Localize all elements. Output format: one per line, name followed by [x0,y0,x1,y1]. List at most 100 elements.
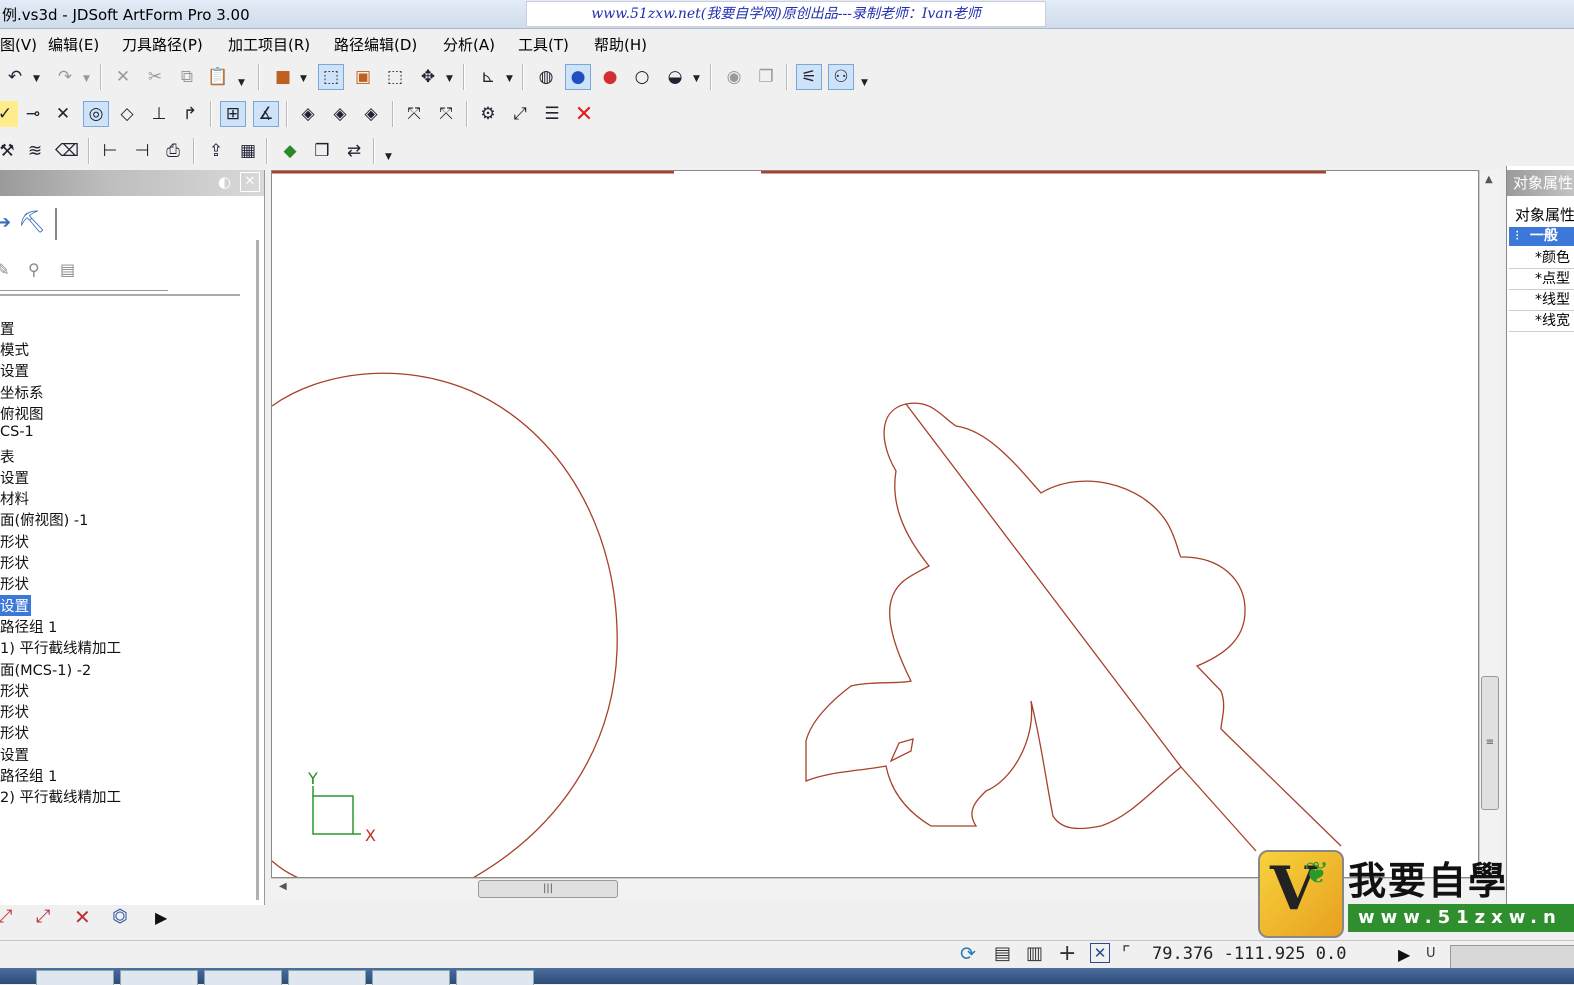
taskbar-app[interactable] [372,970,450,985]
tree-item[interactable]: 形状 [0,573,29,594]
view-side-icon[interactable]: ⬚ [382,64,408,90]
outline-sphere-icon[interactable]: ○ [629,64,655,90]
tree-item[interactable]: 材料 [0,488,29,509]
pin-icon[interactable]: ◐ [218,173,231,191]
tree-item[interactable]: 路径组 1 [0,616,57,637]
snap-perpendicular-icon[interactable]: ⊥ [146,101,172,127]
delete-icon[interactable]: ✕ [110,64,136,90]
path-generate-icon[interactable]: ⚙ [475,101,501,127]
property-row-point-type[interactable]: *点型 [1509,269,1574,290]
path-link-icon[interactable]: ⤢ [507,101,533,127]
coordinate-dropdown-icon[interactable]: ▼ [506,74,513,84]
snap-point-icon[interactable]: ✓ [0,101,18,127]
menu-path-edit[interactable]: 路径编辑(D) [334,34,417,55]
expand-icon[interactable]: ⁝ [1515,228,1519,244]
plane-icon[interactable]: ⏣ [112,906,128,927]
view-iso-icon[interactable]: ⬚ [318,64,344,90]
angle-snap-icon[interactable]: ∡ [253,101,279,127]
tree-item[interactable]: 1) 平行截线精加工 [0,637,121,658]
canvas-vertical-scrollbar[interactable]: ▲ ≡ [1479,170,1500,878]
globe-icon[interactable]: ◒ [662,64,688,90]
cut-icon[interactable]: ✂ [142,64,168,90]
tree-item[interactable]: 表 [0,446,15,467]
snap-quadrant-icon[interactable]: ◇ [114,101,140,127]
line-tool-icon[interactable]: ⤢ [0,906,12,927]
taskbar-app[interactable] [204,970,282,985]
property-row-line-type[interactable]: *线型 [1509,290,1574,311]
taskbar-app[interactable] [36,970,114,985]
view-axis-icon[interactable]: ✥ [415,64,441,90]
grid-snap-icon[interactable]: ⊞ [220,101,246,127]
coordinate-system-icon[interactable]: ⊾ [475,64,501,90]
window-icon[interactable]: ▤ [994,943,1011,964]
property-icon[interactable]: ✎ [0,260,9,279]
redo-dropdown-icon[interactable]: ▼ [83,74,90,84]
property-row-line-width[interactable]: *线宽 [1509,311,1574,332]
panel-close-icon[interactable]: ✕ [240,172,260,192]
snap-midpoint-icon[interactable]: ⊸ [20,101,46,127]
refresh-icon[interactable]: ⟳ [960,943,976,965]
tree-item[interactable]: 模式 [0,339,29,360]
node-tool-icon[interactable]: ⚒ [0,138,20,164]
menu-help[interactable]: 帮助(H) [594,34,647,55]
node-edit-icon[interactable]: ⤧ [401,101,427,127]
tree-item[interactable]: 设置 [0,467,29,488]
tab-arrow-icon[interactable]: ➔ [0,212,11,233]
filter-dropdown-icon[interactable]: ▼ [861,78,868,88]
menu-edit[interactable]: 编辑(E) [48,34,99,55]
paste-dropdown-icon[interactable]: ▼ [238,78,245,88]
tree-item[interactable]: 设置 [0,360,29,381]
cube-edit-icon[interactable]: ❒ [309,138,335,164]
tree-item[interactable]: 面(俯视图) -1 [0,509,88,530]
line-edit-icon[interactable]: ⤢ [36,906,50,927]
tree-item[interactable]: 形状 [0,680,29,701]
scroll-left-icon[interactable]: ◀ [279,881,287,892]
tree-item[interactable]: 2) 平行截线精加工 [0,786,121,807]
layer-stack-icon[interactable]: ≋ [22,138,48,164]
taskbar-app[interactable] [120,970,198,985]
tree-scrollbar[interactable] [256,240,259,900]
tree-item[interactable]: 坐标系 [0,382,44,403]
tree-item[interactable]: 路径组 1 [0,765,57,786]
material-ball-icon[interactable]: ◉ [721,64,747,90]
document-icon[interactable]: ▤ [60,260,75,279]
horizontal-scroll-thumb[interactable]: ||| [478,880,618,898]
copy-icon[interactable]: ⧉ [174,64,200,90]
redo-icon[interactable]: ↷ [52,64,78,90]
zoom-fit-icon[interactable]: ✕ [1090,943,1110,963]
simulate-icon[interactable]: ▦ [235,138,261,164]
cube-transfer-icon[interactable]: ⇄ [341,138,367,164]
tab-machining-icon[interactable]: ⛏ [18,210,46,235]
scroll-icon[interactable]: ▥ [1026,943,1043,964]
crosshair-icon[interactable]: + [1058,941,1076,966]
tree-item[interactable]: 设置 [0,744,29,765]
eraser-icon[interactable]: ⌫ [54,138,80,164]
properties-group-row[interactable]: ⁝ 一般 [1509,227,1574,246]
surface-b-icon[interactable]: ◈ [327,101,353,127]
green-cube-icon[interactable]: ◆ [277,138,303,164]
snap-intersection-icon[interactable]: ✕ [50,101,76,127]
snap-center-icon[interactable]: ◎ [83,101,109,127]
play-icon[interactable]: ▶ [155,908,167,927]
scroll-up-icon[interactable]: ▲ [1485,174,1493,185]
undo-dropdown-icon[interactable]: ▼ [33,74,40,84]
close-icon[interactable]: ✕ [571,101,597,127]
undo-icon[interactable]: ↶ [2,64,28,90]
tree-expand-icon[interactable]: ⊢ [97,138,123,164]
taskbar-app[interactable] [456,970,534,985]
menu-tools[interactable]: 工具(T) [518,34,569,55]
path-list-icon[interactable]: ☰ [539,101,565,127]
menu-machining-project[interactable]: 加工项目(R) [228,34,310,55]
object-filter-icon[interactable]: ⚇ [828,64,854,90]
tree-collapse-icon[interactable]: ⊣ [129,138,155,164]
tree-item[interactable]: CS-1 [0,424,34,440]
tree-item[interactable]: 形状 [0,531,29,552]
wireframe-sphere-icon[interactable]: ◍ [533,64,559,90]
menu-analysis[interactable]: 分析(A) [443,34,495,55]
tree-item[interactable]: 置 [0,318,15,339]
output-icon[interactable]: ⇪ [203,138,229,164]
render-sphere-icon[interactable]: ● [597,64,623,90]
vertical-scroll-thumb[interactable]: ≡ [1481,676,1499,810]
toolbar-overflow-icon[interactable]: ▼ [385,152,392,162]
select-filter-icon[interactable]: ⚟ [796,64,822,90]
